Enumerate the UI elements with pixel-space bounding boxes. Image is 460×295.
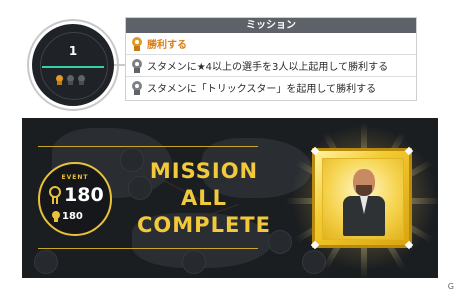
gold-medal-icon bbox=[56, 75, 63, 85]
complete-line: COMPLETE bbox=[137, 213, 271, 237]
sparkle-icon bbox=[310, 240, 320, 250]
mission-complete-banner: EVENT 180 180 MISSION ALL COMPLETE bbox=[22, 118, 438, 278]
mission-text: 勝利する bbox=[147, 40, 187, 51]
mission-text: スタメンに「トリックスター」を起用して勝利する bbox=[147, 84, 377, 95]
event-label: EVENT bbox=[61, 174, 89, 181]
player-avatar-beard bbox=[356, 185, 372, 196]
mission-panel-header: ミッション bbox=[126, 18, 416, 33]
event-points: 180 bbox=[49, 184, 104, 206]
gray-medal-icon bbox=[67, 75, 74, 85]
gray-medal-icon bbox=[132, 58, 142, 73]
badge-medal-row bbox=[56, 74, 85, 86]
sub-points-value: 180 bbox=[62, 211, 83, 222]
event-points-value: 180 bbox=[64, 184, 104, 206]
player-card-portrait bbox=[322, 158, 404, 240]
mission-row: 勝利する bbox=[126, 33, 416, 55]
mission-all-complete-text: MISSION ALL COMPLETE bbox=[134, 158, 274, 239]
sparkle-icon bbox=[404, 240, 414, 250]
complete-line: MISSION bbox=[149, 159, 259, 183]
mission-panel: ミッション 勝利する スタメンに★4以上の選手を3人以上起用して勝利する スタメ… bbox=[125, 17, 417, 101]
medal-icon bbox=[52, 211, 60, 222]
mission-row: スタメンに「トリックスター」を起用して勝利する bbox=[126, 77, 416, 98]
watermark-logo: G bbox=[447, 282, 454, 291]
sparkle-icon bbox=[404, 146, 414, 156]
mission-number: 1 bbox=[68, 44, 78, 58]
sub-points: 180 bbox=[52, 211, 83, 222]
badge-divider bbox=[42, 66, 104, 68]
map-node bbox=[34, 250, 58, 274]
gray-medal-icon bbox=[132, 80, 142, 95]
medal-icon bbox=[49, 186, 61, 204]
gold-rule bbox=[38, 248, 258, 249]
map-node bbox=[182, 250, 206, 274]
gold-medal-icon bbox=[132, 36, 142, 51]
mission-row: スタメンに★4以上の選手を3人以上起用して勝利する bbox=[126, 55, 416, 77]
gray-medal-icon bbox=[78, 75, 85, 85]
mission-text: スタメンに★4以上の選手を3人以上起用して勝利する bbox=[147, 62, 389, 73]
player-card[interactable] bbox=[310, 146, 414, 250]
gold-rule bbox=[38, 146, 258, 147]
event-points-badge: EVENT 180 180 bbox=[38, 162, 112, 236]
mission-badge[interactable]: 1 bbox=[32, 24, 114, 106]
sparkle-icon bbox=[310, 146, 320, 156]
complete-line: ALL bbox=[180, 186, 227, 210]
